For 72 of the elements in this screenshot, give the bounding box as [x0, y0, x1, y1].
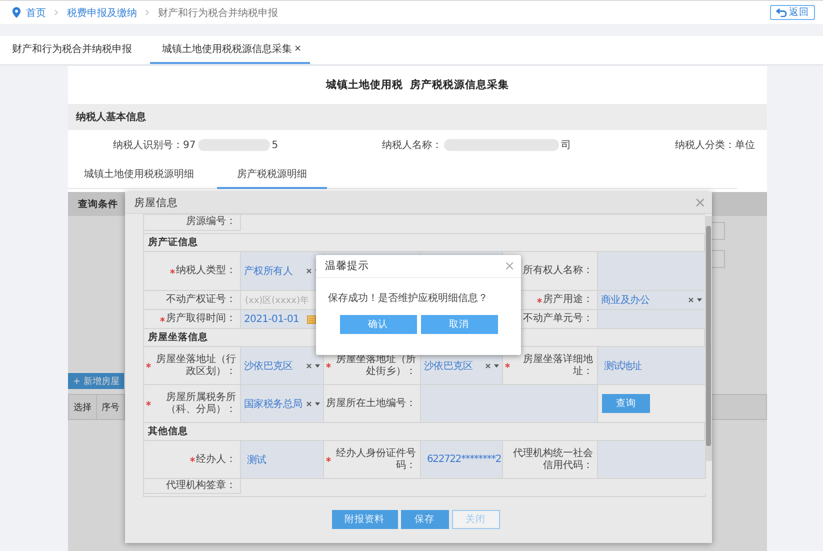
input-field[interactable]: 测试	[241, 441, 324, 479]
page-title: 城镇土地使用税 房产税税源信息采集	[324, 78, 510, 93]
select-field[interactable]: 商业及办公	[598, 291, 706, 310]
column-header: 选择	[69, 395, 97, 419]
field-value: 5	[272, 140, 278, 150]
return-arrow-icon	[776, 8, 787, 17]
section-title: 房屋坐落信息	[148, 331, 208, 344]
field-label: 经办人身份证件号码：	[335, 448, 416, 472]
caret-icon	[315, 402, 320, 406]
section-title: 房产证信息	[148, 236, 198, 249]
dialog-message: 保存成功！是否维护应税明细信息？	[327, 292, 489, 306]
section-title: 纳税人基本信息	[76, 110, 146, 124]
field-label: 房屋坐落详细地址：	[522, 354, 593, 378]
dialog-title: 温馨提示	[325, 259, 369, 273]
field-label: 不动产权证号：	[166, 294, 236, 306]
dialog-button[interactable]: 取消	[420, 315, 498, 334]
field-label: 代理机构签章：	[166, 480, 236, 492]
chevron-icon	[145, 9, 150, 16]
input-field[interactable]	[598, 441, 706, 479]
field-label: 不动产单元号：	[523, 313, 593, 325]
breadcrumb-link[interactable]: 首页	[26, 6, 46, 20]
breadcrumb-link[interactable]: 税费申报及缴纳	[67, 6, 137, 20]
select-field[interactable]: 国家税务总局	[241, 385, 324, 423]
field-label: 纳税人类型：	[176, 265, 236, 277]
clear-icon[interactable]	[688, 297, 694, 303]
breadcrumb-current: 财产和行为税合并纳税申报	[158, 6, 278, 20]
modal-button[interactable]: 保存	[400, 510, 448, 529]
dialog-button[interactable]: 确认	[340, 315, 416, 334]
select-field[interactable]: 产权所有人	[241, 252, 324, 291]
caret-icon	[494, 364, 499, 368]
field-value: 司	[561, 139, 572, 152]
field-label: 纳税人名称：	[382, 138, 442, 152]
scrollbar[interactable]	[705, 216, 712, 461]
calendar-icon[interactable]	[307, 314, 316, 324]
input-field[interactable]: 622722********2	[421, 441, 503, 479]
modal-button[interactable]: 附报资料	[332, 510, 398, 529]
field-label: 所有权人名称：	[523, 265, 593, 277]
tab[interactable]: 财产和行为税合并纳税申报	[0, 36, 144, 64]
input-field[interactable]	[598, 310, 706, 329]
field-label: 纳税人识别号：	[113, 138, 183, 152]
location-pin-icon	[12, 7, 21, 18]
field-label: 房产用途：	[543, 294, 593, 306]
field-label: 代理机构统一社会信用代码：	[512, 448, 593, 472]
clear-icon[interactable]	[306, 400, 312, 406]
field-label: 房屋坐落地址（行政区划）：	[155, 354, 236, 378]
back-button[interactable]: 返回	[770, 5, 815, 20]
close-button[interactable]: ×	[504, 258, 515, 274]
sub-tab[interactable]: 城镇土地使用税税源明细	[71, 160, 207, 189]
close-button[interactable]: ×	[694, 194, 706, 210]
add-button[interactable]: + 新增房屋	[68, 373, 124, 389]
chevron-icon	[54, 9, 59, 16]
field-label: 房屋所属税务所（科、分局）：	[165, 392, 236, 416]
clear-icon[interactable]	[485, 362, 491, 368]
field-label: 房产取得时间：	[166, 313, 236, 325]
field-value: 97	[183, 140, 196, 150]
modal-title: 房屋信息	[134, 196, 178, 210]
field-label: 房源编号：	[186, 216, 236, 228]
sub-tab[interactable]: 房产税税源明细	[217, 160, 327, 189]
clear-icon[interactable]	[306, 268, 312, 274]
caret-icon	[697, 298, 702, 302]
input-field[interactable]	[598, 252, 706, 291]
query-button[interactable]: 查询	[602, 394, 650, 413]
query-title: 查询条件	[78, 198, 118, 210]
field-label: 经办人：	[196, 454, 236, 466]
caret-icon	[315, 364, 320, 368]
section-title: 其他信息	[148, 425, 188, 438]
field-label: 纳税人分类：	[674, 138, 735, 152]
select-field[interactable]: 沙依巴克区	[241, 347, 324, 385]
clear-icon[interactable]	[306, 362, 312, 368]
field-value: 单位	[734, 138, 755, 152]
input-field[interactable]: 测试地址	[598, 347, 706, 385]
field-label: 房屋所在土地编号：	[326, 398, 416, 410]
